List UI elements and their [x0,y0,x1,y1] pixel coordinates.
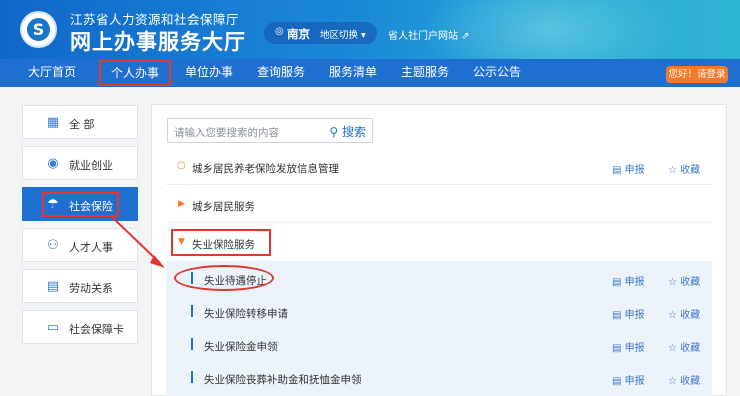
nav-unit[interactable]: 单位办事 [185,59,233,87]
city-selector[interactable]: ◎ 南京 地区切换 ▾ [264,22,377,44]
apply-button[interactable]: ▤ 申报 [612,273,645,288]
form-icon: ▤ [612,277,625,288]
form-icon: ▤ [612,343,625,354]
sidebar-item-employment[interactable]: ◉ 就业创业 [22,146,138,180]
sidebar-item-all[interactable]: ▦ 全 部 [22,105,138,139]
search-button[interactable]: ⚲ 搜索 [329,123,366,140]
sidebar-item-label: 社会保障卡 [69,323,124,336]
apply-button[interactable]: ▤ 申报 [612,161,645,176]
apply-label: 申报 [624,376,645,387]
subservice-row[interactable]: 失业保险丧葬补助金和抚恤金申领 ▤ 申报 ☆ 收藏 [166,360,712,396]
site-logo[interactable]: S [20,11,57,48]
current-city: 南京 [287,27,310,41]
sidebar-item-label: 劳动关系 [69,282,113,295]
location-pin-icon: ◎ [275,26,284,37]
sidebar-item-card[interactable]: ▭ 社会保障卡 [22,310,138,344]
nav-query[interactable]: 查询服务 [257,59,305,87]
search-box[interactable]: 请输入您要搜索的内容 ⚲ 搜索 [167,118,373,143]
main-nav: 大厅首页 个人办事 单位办事 查询服务 服务清单 主题服务 公示公告 [0,59,740,87]
form-icon: ▤ [612,310,625,321]
star-icon: ☆ [668,376,681,387]
form-icon: ▤ [612,165,625,176]
site-title: 网上办事服务大厅 [70,30,246,54]
circle-bullet-icon: ○ [177,160,186,171]
favorite-button[interactable]: ☆ 收藏 [668,306,700,321]
highlight-ellipse [174,265,274,291]
sidebar-item-label: 人才人事 [69,241,113,254]
site-header: S 江苏省人力资源和社会保障厅 网上办事服务大厅 ◎ 南京 地区切换 ▾ 省人社… [0,0,740,59]
bar-bullet-icon [191,305,193,317]
favorite-label: 收藏 [680,376,701,387]
nav-notice[interactable]: 公示公告 [473,59,521,87]
favorite-button[interactable]: ☆ 收藏 [668,161,700,176]
bar-bullet-icon [191,371,193,383]
favorite-label: 收藏 [680,165,701,176]
people-icon: ⚇ [47,238,59,253]
portal-link[interactable]: 省人社门户网站 ⇗ [388,27,470,42]
service-row[interactable]: ○ 城乡居民养老保险发放信息管理 ▤ 申报 ☆ 收藏 [166,149,712,185]
apply-button[interactable]: ▤ 申报 [612,306,645,321]
card-icon: ▭ [46,320,60,335]
favorite-button[interactable]: ☆ 收藏 [668,339,700,354]
highlight-box-social-insurance [42,192,119,217]
favorite-label: 收藏 [680,277,701,288]
subservice-label[interactable]: 失业保险金申领 [204,339,278,354]
grid-icon: ▦ [46,115,60,130]
nav-personal[interactable]: 个人办事 [99,60,172,86]
nav-theme[interactable]: 主题服务 [401,59,449,87]
favorite-button[interactable]: ☆ 收藏 [668,273,700,288]
highlight-box-unemployment [171,229,271,256]
login-button[interactable]: 您好！请登录 [666,66,728,83]
star-icon: ☆ [668,343,681,354]
service-label[interactable]: 城乡居民服务 [192,199,255,214]
apply-label: 申报 [624,165,645,176]
search-icon: ⚲ [329,125,339,139]
apply-label: 申报 [624,277,645,288]
subservice-label[interactable]: 失业保险转移申请 [204,306,288,321]
subservice-row[interactable]: 失业保险金申领 ▤ 申报 ☆ 收藏 [166,327,712,363]
sidebar-item-label: 就业创业 [69,159,113,172]
apply-label: 申报 [624,343,645,354]
favorite-button[interactable]: ☆ 收藏 [668,372,700,387]
form-icon: ▤ [612,376,625,387]
service-label[interactable]: 城乡居民养老保险发放信息管理 [192,161,339,176]
triangle-right-icon: ▶ [178,199,185,209]
nav-home[interactable]: 大厅首页 [28,59,76,87]
star-icon: ☆ [668,165,681,176]
nav-service-list[interactable]: 服务清单 [329,59,377,87]
subservice-row[interactable]: 失业保险转移申请 ▤ 申报 ☆ 收藏 [166,294,712,330]
apply-button[interactable]: ▤ 申报 [612,339,645,354]
subservice-label[interactable]: 失业保险丧葬补助金和抚恤金申领 [204,372,362,387]
bar-bullet-icon [191,338,193,350]
star-icon: ☆ [668,310,681,321]
sidebar-item-label: 全 部 [69,118,95,131]
favorite-label: 收藏 [680,310,701,321]
star-icon: ☆ [668,277,681,288]
document-icon: ▤ [46,279,60,294]
apply-button[interactable]: ▤ 申报 [612,372,645,387]
briefcase-icon: ◉ [47,156,59,171]
logo-mark-icon: S [27,18,50,41]
annotation-arrow [111,216,165,268]
region-switch[interactable]: 地区切换 ▾ [320,27,366,41]
search-input[interactable]: 请输入您要搜索的内容 [174,125,279,140]
search-button-label: 搜索 [341,125,366,139]
service-row[interactable]: ▶ 城乡居民服务 [166,187,712,223]
apply-label: 申报 [624,310,645,321]
favorite-label: 收藏 [680,343,701,354]
